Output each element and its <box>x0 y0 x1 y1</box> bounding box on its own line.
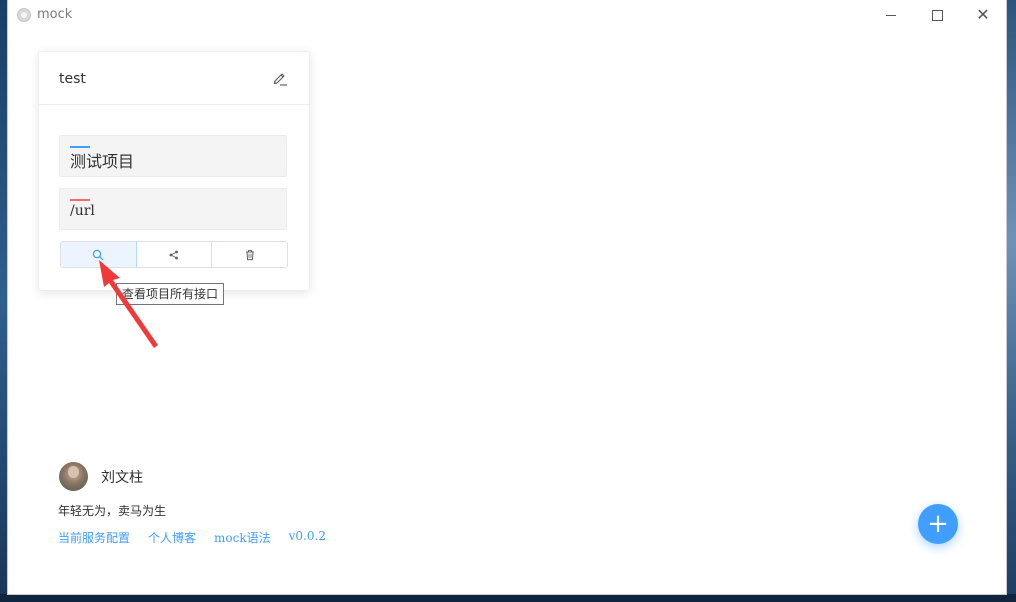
project-name-value: 测试项目 <box>70 152 135 171</box>
desktop-background-left <box>0 0 8 602</box>
desktop-background-right <box>1006 0 1016 602</box>
project-title: test <box>59 71 86 87</box>
link-personal-blog[interactable]: 个人博客 <box>148 529 196 546</box>
project-url-field[interactable]: /url <box>59 188 287 230</box>
minimize-button[interactable] <box>868 0 914 30</box>
card-action-group <box>60 241 288 268</box>
link-version[interactable]: v0.0.2 <box>289 529 326 546</box>
profile-motto: 年轻无为，卖马为生 <box>58 504 167 518</box>
maximize-icon <box>931 9 943 21</box>
close-button[interactable]: ✕ <box>960 0 1006 30</box>
trash-icon <box>245 249 254 260</box>
title-bar: mock ✕ <box>8 0 1006 30</box>
project-card: test 测试项目 /url <box>38 51 310 291</box>
app-window: mock ✕ test 测试项目 /url 查看项目所有接口 刘文柱 年轻无为，… <box>8 0 1006 594</box>
annotation-arrow <box>99 260 158 348</box>
link-server-config[interactable]: 当前服务配置 <box>58 529 130 546</box>
maximize-button[interactable] <box>914 0 960 30</box>
minimize-icon <box>886 14 896 16</box>
project-name-field[interactable]: 测试项目 <box>59 135 287 177</box>
edit-icon[interactable] <box>271 69 289 87</box>
card-header: test <box>39 52 309 105</box>
project-url-value: /url <box>70 203 95 219</box>
profile-name: 刘文柱 <box>101 470 143 486</box>
footer-links: 当前服务配置 个人博客 mock语法 v0.0.2 <box>58 529 326 546</box>
avatar <box>59 462 88 491</box>
close-icon: ✕ <box>976 5 990 24</box>
field-accent-bar <box>70 199 90 201</box>
window-title: mock <box>37 7 73 22</box>
add-project-button[interactable]: + <box>918 504 958 544</box>
delete-button[interactable] <box>212 242 287 267</box>
share-icon <box>169 250 178 259</box>
link-mock-syntax[interactable]: mock语法 <box>214 529 271 546</box>
app-icon <box>17 8 31 22</box>
taskbar-strip <box>0 594 1016 602</box>
plus-icon: + <box>927 509 949 539</box>
